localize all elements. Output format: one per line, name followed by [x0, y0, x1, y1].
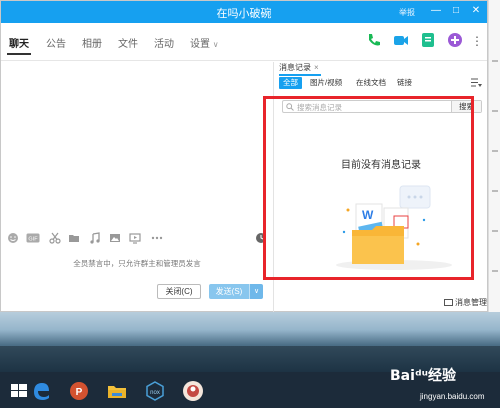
- report-link[interactable]: 举报: [399, 7, 415, 18]
- filter-all[interactable]: 全部: [279, 77, 302, 89]
- tab-message-history[interactable]: 消息记录 ×: [279, 62, 321, 76]
- minimize-icon[interactable]: —: [429, 4, 443, 18]
- mute-notice: 全员禁言中，只允许群主和管理员发言: [73, 259, 201, 268]
- filter-settings-icon[interactable]: [471, 78, 482, 88]
- tab-files[interactable]: 文件: [118, 35, 138, 50]
- folder-icon[interactable]: [68, 232, 80, 244]
- highlight-box: [263, 96, 474, 280]
- powerpoint-icon[interactable]: P: [66, 378, 92, 404]
- tab-message-history-label: 消息记录: [279, 63, 311, 72]
- desktop-sliver: [488, 0, 500, 340]
- tab-settings[interactable]: 设置 ∨: [190, 35, 219, 50]
- svg-text:GIF: GIF: [28, 237, 38, 243]
- send-button[interactable]: 发送(S): [209, 284, 249, 299]
- desktop-wallpaper: [0, 312, 500, 372]
- svg-text:P: P: [76, 387, 83, 398]
- chat-area: GIF 全员禁言中，只允许群主和管理员发言 关闭(C) 发送(S) ∨: [1, 62, 273, 312]
- file-explorer-icon[interactable]: [104, 378, 130, 404]
- send-options-button[interactable]: ∨: [249, 284, 263, 299]
- phone-call-icon[interactable]: [365, 31, 383, 49]
- filter-docs[interactable]: 在线文档: [356, 77, 386, 89]
- message-manager-icon: [444, 299, 453, 306]
- filter-media[interactable]: 图片/视频: [310, 77, 342, 89]
- add-app-icon[interactable]: [446, 31, 464, 49]
- title-bar: 在吗小破碗 举报 — □ ✕: [1, 1, 487, 23]
- whiteboard-icon[interactable]: [419, 31, 437, 49]
- screen-share-icon[interactable]: [129, 232, 141, 244]
- scissors-icon[interactable]: [49, 232, 61, 244]
- svg-text:nox: nox: [150, 390, 160, 396]
- more-tools-icon[interactable]: [151, 232, 163, 244]
- nav-bar: 聊天 公告 相册 文件 活动 设置 ∨ ⋮: [1, 23, 487, 61]
- active-tab-underline: [7, 53, 31, 55]
- emoji-icon[interactable]: [7, 232, 19, 244]
- input-toolbar: GIF: [7, 232, 269, 246]
- close-icon[interactable]: ✕: [469, 4, 483, 18]
- message-manager-button[interactable]: 消息管理: [444, 297, 487, 308]
- tab-announcement[interactable]: 公告: [46, 35, 66, 50]
- music-icon[interactable]: [89, 232, 101, 244]
- tab-album[interactable]: 相册: [82, 35, 102, 50]
- baidu-watermark-url: jingyan.baidu.com: [420, 392, 485, 401]
- close-button[interactable]: 关闭(C): [157, 284, 201, 299]
- chevron-down-icon: ∨: [212, 40, 219, 49]
- video-call-icon[interactable]: [392, 31, 410, 49]
- maximize-icon[interactable]: □: [449, 4, 463, 18]
- more-menu-icon[interactable]: ⋮: [471, 34, 483, 48]
- gif-icon[interactable]: GIF: [26, 232, 40, 244]
- tab-chat[interactable]: 聊天: [9, 35, 29, 50]
- filter-links[interactable]: 链接: [397, 77, 412, 89]
- message-manager-label: 消息管理: [455, 298, 487, 307]
- group-chat-app-icon[interactable]: [180, 378, 206, 404]
- hex-app-icon[interactable]: nox: [142, 378, 168, 404]
- close-tab-icon[interactable]: ×: [314, 63, 319, 72]
- baidu-watermark: Baiᵈᵘ经验: [390, 368, 457, 384]
- image-icon[interactable]: [109, 232, 121, 244]
- tab-activity[interactable]: 活动: [154, 35, 174, 50]
- edge-browser-icon[interactable]: [28, 378, 54, 404]
